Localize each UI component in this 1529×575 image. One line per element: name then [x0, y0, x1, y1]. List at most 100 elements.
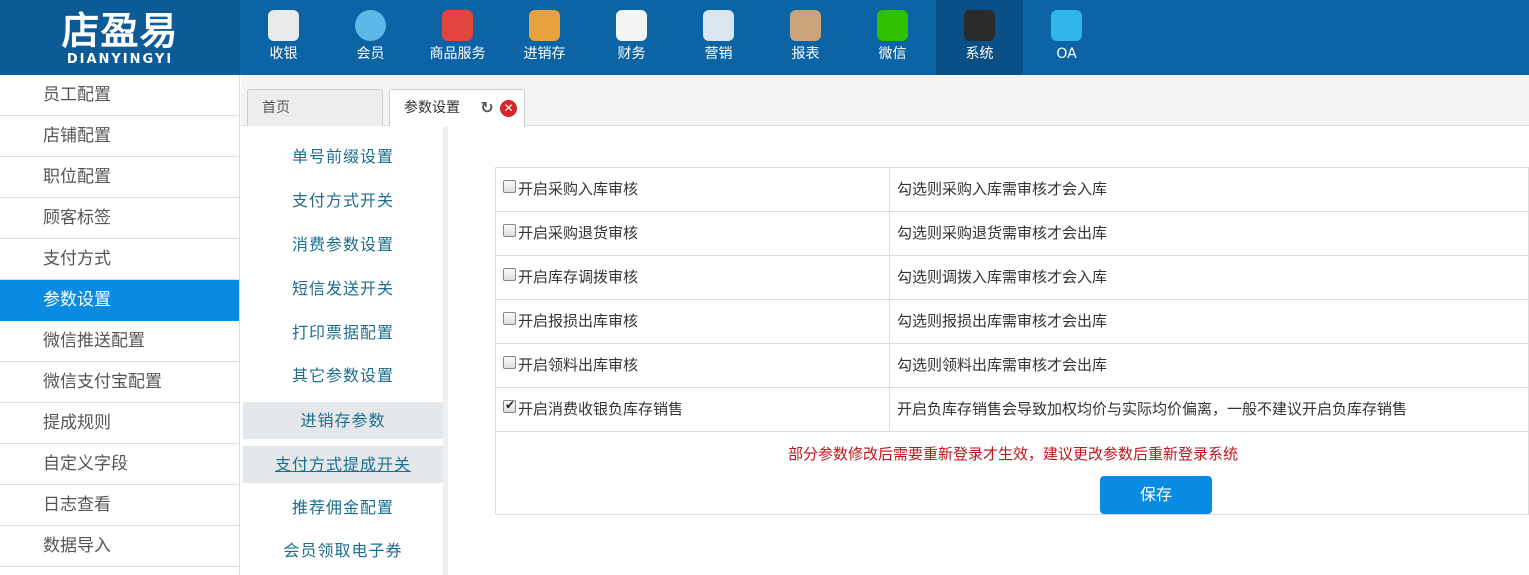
inventory-icon: [529, 10, 560, 41]
sidebar-item-position-config[interactable]: 职位配置: [0, 157, 239, 198]
sidebar-item-parameter-settings[interactable]: 参数设置: [0, 280, 239, 321]
nav-item-goods[interactable]: 商品服务: [414, 0, 501, 75]
logo-chinese: 店盈易: [61, 9, 179, 53]
tab-bar: 首页 参数设置 ↻ ✕: [241, 75, 1529, 127]
param-checkbox[interactable]: [503, 398, 516, 413]
sidebar-item-custom-fields[interactable]: 自定义字段: [0, 444, 239, 485]
table-row: 开启库存调拨审核 勾选则调拨入库需审核才会入库: [495, 255, 1529, 299]
param-description: 开启负库存销售会导致加权均价与实际均价偏离，一般不建议开启负库存销售: [897, 400, 1408, 418]
finance-icon: [616, 10, 647, 41]
submenu-item-referral-commission[interactable]: 推荐佣金配置: [243, 489, 443, 526]
sidebar-item-label: 店铺配置: [43, 126, 111, 146]
nav-item-marketing[interactable]: 营销: [675, 0, 762, 75]
sidebar-item-log-view[interactable]: 日志查看: [0, 485, 239, 526]
submenu-item-consumption-params[interactable]: 消费参数设置: [243, 226, 443, 263]
sidebar-item-label: 支付方式: [43, 249, 111, 269]
sidebar-item-label: 职位配置: [43, 167, 111, 187]
param-description: 勾选则报损出库需审核才会出库: [897, 312, 1108, 330]
nav-item-inventory[interactable]: 进销存: [501, 0, 588, 75]
nav-item-wechat[interactable]: 微信: [849, 0, 936, 75]
submenu-item-sms-switch[interactable]: 短信发送开关: [243, 270, 443, 307]
wechat-icon: [877, 10, 908, 41]
member-icon: [355, 10, 386, 41]
sidebar-item-wechat-alipay[interactable]: 微信支付宝配置: [0, 362, 239, 403]
param-cell: 开启领料出库审核: [496, 344, 890, 387]
param-description: 勾选则采购退货需审核才会出库: [897, 224, 1108, 242]
param-cell: 开启采购退货审核: [496, 212, 890, 255]
nav-label: OA: [1056, 46, 1077, 62]
tab-home[interactable]: 首页: [247, 89, 383, 126]
sidebar-item-commission-rules[interactable]: 提成规则: [0, 403, 239, 444]
submenu-item-payment-switch[interactable]: 支付方式开关: [243, 182, 443, 219]
sidebar-item-label: 微信支付宝配置: [43, 372, 162, 392]
nav-label: 财务: [617, 46, 646, 62]
sidebar-item-payment-methods[interactable]: 支付方式: [0, 239, 239, 280]
save-section: 部分参数修改后需要重新登录才生效，建议更改参数后重新登录系统 保存: [495, 431, 1529, 515]
param-checkbox[interactable]: [503, 268, 516, 281]
submenu-item-inventory-params[interactable]: 进销存参数: [243, 402, 443, 439]
cash-register-icon: [268, 10, 299, 41]
sidebar-item-label: 数据导入: [43, 536, 111, 556]
nav-label: 报表: [791, 46, 820, 62]
app-root: 店盈易 DIANYINGYI 收银 会员 商品服务 进销存 财务 营销 报表 微…: [0, 0, 1529, 575]
nav-item-system[interactable]: 系统: [936, 0, 1023, 75]
nav-item-oa[interactable]: OA: [1023, 0, 1110, 75]
logo-english: DIANYINGYI: [66, 52, 174, 67]
param-cell: 开启采购入库审核: [496, 168, 890, 211]
param-checkbox[interactable]: [503, 312, 516, 325]
nav-label: 系统: [965, 46, 994, 62]
relogin-notice: 部分参数修改后需要重新登录才生效，建议更改参数后重新登录系统: [787, 445, 1238, 463]
sidebar-item-label: 自定义字段: [43, 454, 128, 474]
desc-cell: 勾选则采购退货需审核才会出库: [890, 212, 1529, 255]
sidebar-item-customer-tags[interactable]: 顾客标签: [0, 198, 239, 239]
save-button[interactable]: 保存: [1100, 476, 1212, 514]
parameter-submenu: 单号前缀设置 支付方式开关 消费参数设置 短信发送开关 打印票据配置 其它参数设…: [241, 126, 448, 575]
nav-item-report[interactable]: 报表: [762, 0, 849, 75]
submenu-item-print-receipt[interactable]: 打印票据配置: [243, 314, 443, 351]
nav-item-finance[interactable]: 财务: [588, 0, 675, 75]
param-label: 开启采购退货审核: [518, 224, 639, 242]
nav-item-member[interactable]: 会员: [327, 0, 414, 75]
nav-item-cashier[interactable]: 收银: [240, 0, 327, 75]
refresh-icon[interactable]: ↻: [478, 99, 496, 117]
sidebar: 员工配置 店铺配置 职位配置 顾客标签 支付方式 参数设置 微信推送配置 微信支…: [0, 75, 240, 575]
report-icon: [790, 10, 821, 41]
param-cell: 开启消费收银负库存销售: [496, 388, 890, 431]
sidebar-item-store-config[interactable]: 店铺配置: [0, 116, 239, 157]
param-label: 开启采购入库审核: [518, 180, 639, 198]
submenu-item-other-params[interactable]: 其它参数设置: [243, 357, 443, 394]
monitor-icon: [964, 10, 995, 41]
oa-icon: [1051, 10, 1082, 41]
param-label: 开启消费收银负库存销售: [518, 400, 684, 418]
tab-label: 参数设置: [404, 100, 460, 116]
desc-cell: 开启负库存销售会导致加权均价与实际均价偏离，一般不建议开启负库存销售: [890, 388, 1529, 431]
sidebar-item-label: 顾客标签: [43, 208, 111, 228]
desc-cell: 勾选则调拨入库需审核才会入库: [890, 256, 1529, 299]
sidebar-item-wechat-push[interactable]: 微信推送配置: [0, 321, 239, 362]
nav-label: 会员: [356, 46, 385, 62]
param-checkbox[interactable]: [503, 180, 516, 193]
submenu-item-number-prefix[interactable]: 单号前缀设置: [243, 138, 443, 175]
param-checkbox[interactable]: [503, 224, 516, 237]
param-label: 开启领料出库审核: [518, 356, 639, 374]
param-description: 勾选则调拨入库需审核才会入库: [897, 268, 1108, 286]
sidebar-item-label: 提成规则: [43, 413, 111, 433]
sidebar-item-data-import[interactable]: 数据导入: [0, 526, 239, 567]
desc-cell: 勾选则领料出库需审核才会出库: [890, 344, 1529, 387]
nav-label: 微信: [878, 46, 907, 62]
param-cell: 开启库存调拨审核: [496, 256, 890, 299]
close-icon[interactable]: ✕: [500, 100, 517, 117]
submenu-item-member-coupon[interactable]: 会员领取电子券: [243, 532, 443, 569]
desc-cell: 勾选则采购入库需审核才会入库: [890, 168, 1529, 211]
param-checkbox[interactable]: [503, 356, 516, 369]
param-label: 开启报损出库审核: [518, 312, 639, 330]
tab-parameter-settings[interactable]: 参数设置 ↻ ✕: [389, 89, 525, 127]
tab-label: 首页: [262, 100, 290, 116]
param-cell: 开启报损出库审核: [496, 300, 890, 343]
sidebar-item-staff-config[interactable]: 员工配置: [0, 75, 239, 116]
submenu-scrollbar[interactable]: [443, 126, 448, 575]
goods-icon: [442, 10, 473, 41]
sidebar-item-label: 日志查看: [43, 495, 111, 515]
table-row: 开启报损出库审核 勾选则报损出库需审核才会出库: [495, 299, 1529, 343]
param-description: 勾选则采购入库需审核才会入库: [897, 180, 1108, 198]
